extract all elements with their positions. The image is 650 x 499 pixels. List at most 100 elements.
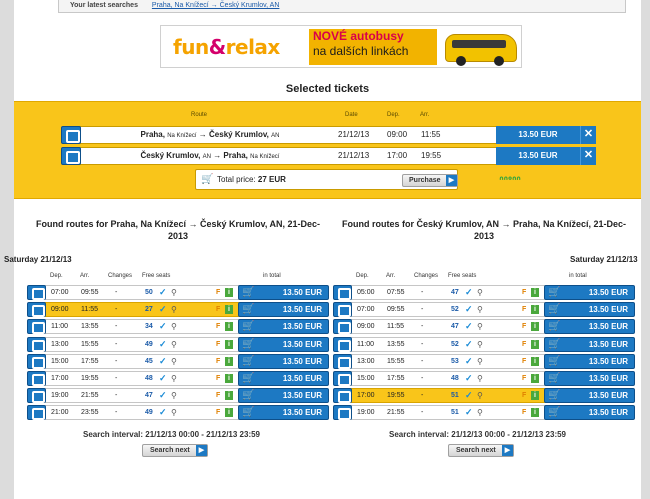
free-seats: 47 — [451, 323, 459, 331]
route-arr: 17:55 — [387, 375, 405, 382]
buy-button[interactable]: 🛒 13.50 EUR — [544, 371, 635, 386]
bus-icon — [333, 302, 352, 318]
buy-button[interactable]: 🛒 13.50 EUR — [544, 388, 635, 404]
route-row[interactable]: 11:00 13:55 - 52 ✓ ⚲ Fi 🛒 13.50 EUR — [333, 336, 635, 352]
magnifier-icon[interactable]: ⚲ — [477, 286, 483, 299]
bus-icon — [27, 285, 46, 300]
route-row[interactable]: 17:00 19:55 - 48 ✓ ⚲ Fi 🛒 13.50 EUR — [27, 371, 329, 386]
route-row[interactable]: 07:00 09:55 - 52 ✓ ⚲ Fi 🛒 13.50 EUR — [333, 302, 635, 318]
magnifier-icon[interactable]: ⚲ — [171, 303, 177, 316]
route-arr: 13:55 — [81, 323, 99, 331]
route-row[interactable]: 21:00 23:55 - 49 ✓ ⚲ Fi 🛒 13.50 EUR — [27, 405, 329, 421]
route-changes: - — [115, 375, 118, 382]
route-row[interactable]: 11:00 13:55 - 34 ✓ ⚲ Fi 🛒 13.50 EUR — [27, 319, 329, 335]
col-seats: Free seats — [142, 273, 171, 279]
info-icon[interactable]: i — [225, 305, 233, 315]
buy-button[interactable]: 🛒 13.50 EUR — [544, 336, 635, 352]
magnifier-icon[interactable]: ⚲ — [477, 320, 483, 333]
ticket-price: 13.50 EUR — [496, 147, 580, 165]
cart-icon: 🛒 — [242, 287, 255, 298]
route-row[interactable]: 15:00 17:55 - 45 ✓ ⚲ Fi 🛒 13.50 EUR — [27, 353, 329, 369]
magnifier-icon[interactable]: ⚲ — [171, 320, 177, 333]
buy-button[interactable]: 🛒 13.50 EUR — [238, 371, 329, 386]
close-icon[interactable]: ✕ — [580, 147, 596, 165]
info-icon[interactable]: i — [531, 339, 539, 349]
buy-button[interactable]: 🛒 13.50 EUR — [238, 388, 329, 404]
free-seats: 48 — [451, 375, 459, 382]
magnifier-icon[interactable]: ⚲ — [171, 338, 177, 351]
route-arr: 11:55 — [387, 323, 404, 331]
info-icon[interactable]: i — [531, 305, 539, 315]
route-arr: 23:55 — [81, 409, 99, 417]
route-changes: - — [421, 289, 424, 296]
route-price: 13.50 EUR — [282, 374, 322, 383]
ad-banner[interactable]: fun&relax NOVÉ autobusy na dalších linká… — [160, 25, 522, 68]
route-dep: 21:00 — [51, 409, 69, 417]
info-icon[interactable]: i — [531, 391, 539, 401]
info-icon[interactable]: i — [531, 288, 539, 297]
search-interval: Search interval: 21/12/13 00:00 - 21/12/… — [83, 430, 261, 439]
check-icon: ✓ — [159, 390, 167, 401]
route-row[interactable]: 09:00 11:55 - 47 ✓ ⚲ Fi 🛒 13.50 EUR — [333, 319, 635, 335]
info-icon[interactable]: i — [225, 288, 233, 297]
magnifier-icon[interactable]: ⚲ — [171, 286, 177, 299]
buy-button[interactable]: 🛒 13.50 EUR — [238, 302, 329, 318]
route-row[interactable]: 19:00 21:55 - 51 ✓ ⚲ Fi 🛒 13.50 EUR — [333, 405, 635, 421]
route-row[interactable]: 13:00 15:55 - 49 ✓ ⚲ Fi 🛒 13.50 EUR — [27, 336, 329, 352]
info-icon[interactable]: i — [531, 374, 539, 383]
magnifier-icon[interactable]: ⚲ — [477, 389, 483, 402]
magnifier-icon[interactable]: ⚲ — [171, 389, 177, 402]
route-row[interactable]: 15:00 17:55 - 48 ✓ ⚲ Fi 🛒 13.50 EUR — [333, 371, 635, 386]
route-row[interactable]: 07:00 09:55 - 50 ✓ ⚲ Fi 🛒 13.50 EUR — [27, 285, 329, 300]
route-row[interactable]: 09:00 11:55 - 27 ✓ ⚲ Fi 🛒 13.50 EUR — [27, 302, 329, 318]
buy-button[interactable]: 🛒 13.50 EUR — [238, 353, 329, 369]
info-icon[interactable]: i — [225, 322, 233, 332]
magnifier-icon[interactable]: ⚲ — [477, 372, 483, 385]
close-icon[interactable]: ✕ — [580, 126, 596, 144]
info-icon[interactable]: i — [531, 356, 539, 366]
info-icon[interactable]: i — [531, 408, 539, 418]
cart-icon: 🛒 — [548, 304, 561, 316]
magnifier-icon[interactable]: ⚲ — [477, 355, 483, 368]
purchase-button[interactable]: Purchase ▶ — [402, 174, 458, 187]
buy-button[interactable]: 🛒 13.50 EUR — [544, 302, 635, 318]
buy-button[interactable]: 🛒 13.50 EUR — [544, 405, 635, 421]
facility-f-icon: F — [522, 375, 527, 382]
ticket-route: Praha, Na Knížecí → Český Krumlov, AN — [140, 130, 280, 139]
buy-button[interactable]: 🛒 13.50 EUR — [238, 285, 329, 300]
buy-button[interactable]: 🛒 13.50 EUR — [238, 319, 329, 335]
search-next-button[interactable]: Search next ▶ — [448, 444, 514, 457]
info-icon[interactable]: i — [225, 339, 233, 349]
info-icon[interactable]: i — [225, 408, 233, 418]
buy-button[interactable]: 🛒 13.50 EUR — [238, 336, 329, 352]
buy-button[interactable]: 🛒 13.50 EUR — [544, 353, 635, 369]
route-row[interactable]: 13:00 15:55 - 53 ✓ ⚲ Fi 🛒 13.50 EUR — [333, 353, 635, 369]
check-icon: ✓ — [159, 407, 167, 418]
magnifier-icon[interactable]: ⚲ — [171, 355, 177, 368]
buy-button[interactable]: 🛒 13.50 EUR — [544, 285, 635, 300]
cart-icon: 🛒 — [201, 174, 214, 185]
magnifier-icon[interactable]: ⚲ — [477, 406, 483, 419]
bus-icon — [333, 336, 352, 352]
route-row[interactable]: 19:00 21:55 - 47 ✓ ⚲ Fi 🛒 13.50 EUR — [27, 388, 329, 404]
info-icon[interactable]: i — [225, 356, 233, 366]
magnifier-icon[interactable]: ⚲ — [477, 338, 483, 351]
magnifier-icon[interactable]: ⚲ — [477, 303, 483, 316]
info-icon[interactable]: i — [531, 322, 539, 332]
bus-icon — [61, 126, 81, 144]
col-arr: Arr. — [80, 273, 90, 279]
route-dep: 13:00 — [357, 357, 375, 365]
magnifier-icon[interactable]: ⚲ — [171, 406, 177, 419]
buy-button[interactable]: 🛒 13.50 EUR — [238, 405, 329, 421]
route-row[interactable]: 17:00 19:55 - 51 ✓ ⚲ Fi 🛒 13.50 EUR — [333, 388, 635, 404]
info-icon[interactable]: i — [225, 374, 233, 383]
total-price: Total price: 27 EUR — [217, 175, 286, 184]
info-icon[interactable]: i — [225, 391, 233, 401]
magnifier-icon[interactable]: ⚲ — [171, 372, 177, 385]
bus-icon — [27, 319, 46, 335]
buy-button[interactable]: 🛒 13.50 EUR — [544, 319, 635, 335]
latest-search-link[interactable]: Praha, Na Knížecí → Český Krumlov, AN — [152, 2, 279, 9]
route-row[interactable]: 05:00 07:55 - 47 ✓ ⚲ Fi 🛒 13.50 EUR — [333, 285, 635, 300]
search-next-button[interactable]: Search next ▶ — [142, 444, 208, 457]
facility-f-icon: F — [522, 357, 527, 365]
